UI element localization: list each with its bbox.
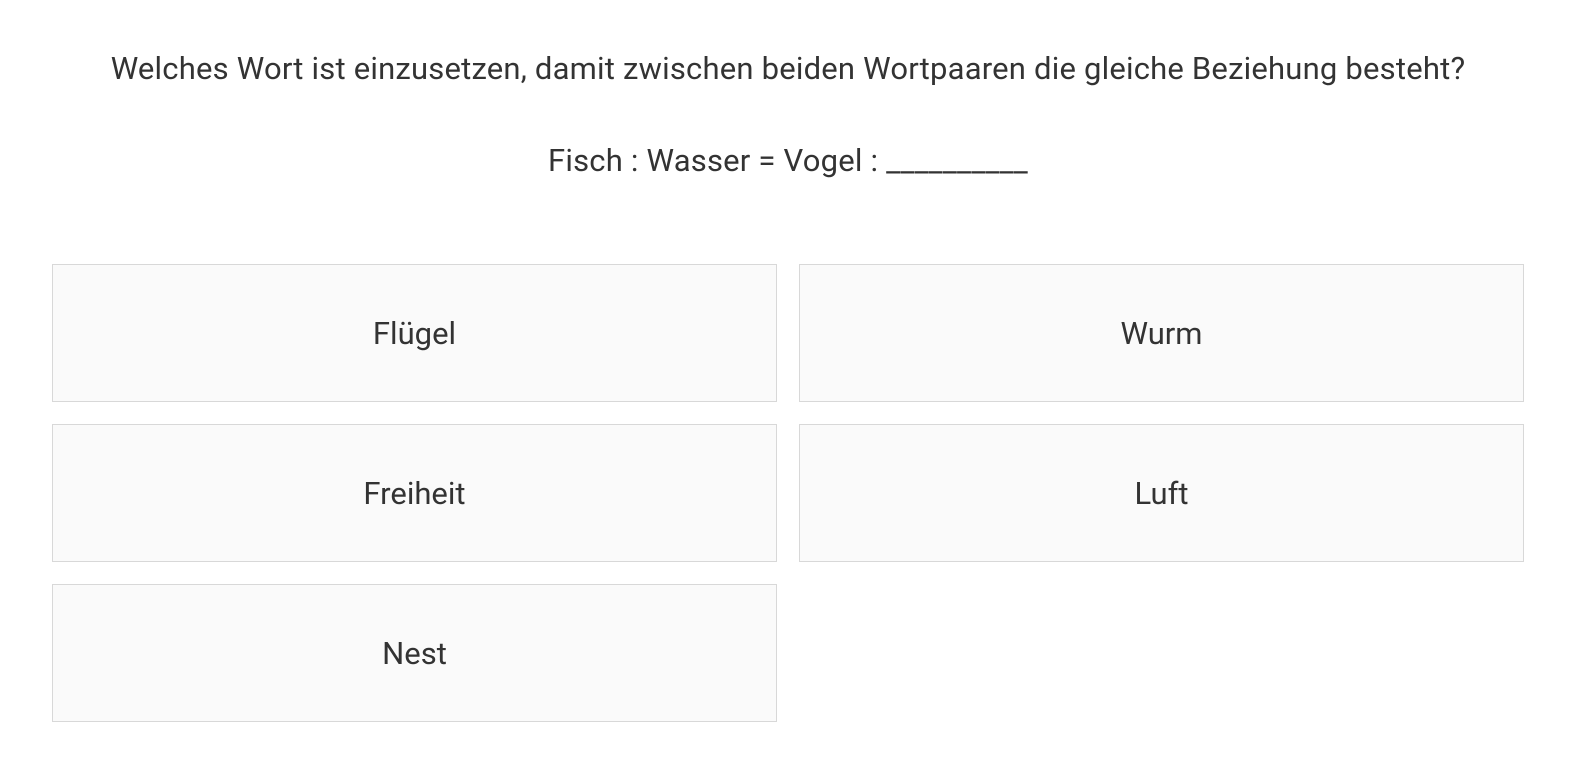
option-label: Nest <box>382 635 447 672</box>
options-grid: Flügel Wurm Freiheit Luft Nest <box>50 264 1526 722</box>
option-label: Wurm <box>1121 315 1203 352</box>
option-fluegel[interactable]: Flügel <box>52 264 777 402</box>
analogy-line: Fisch : Wasser = Vogel : __________ <box>50 142 1526 179</box>
option-luft[interactable]: Luft <box>799 424 1524 562</box>
option-freiheit[interactable]: Freiheit <box>52 424 777 562</box>
option-label: Flügel <box>373 315 456 352</box>
option-label: Freiheit <box>363 475 465 512</box>
option-wurm[interactable]: Wurm <box>799 264 1524 402</box>
question-prompt: Welches Wort ist einzusetzen, damit zwis… <box>50 50 1526 87</box>
option-label: Luft <box>1134 475 1188 512</box>
option-nest[interactable]: Nest <box>52 584 777 722</box>
